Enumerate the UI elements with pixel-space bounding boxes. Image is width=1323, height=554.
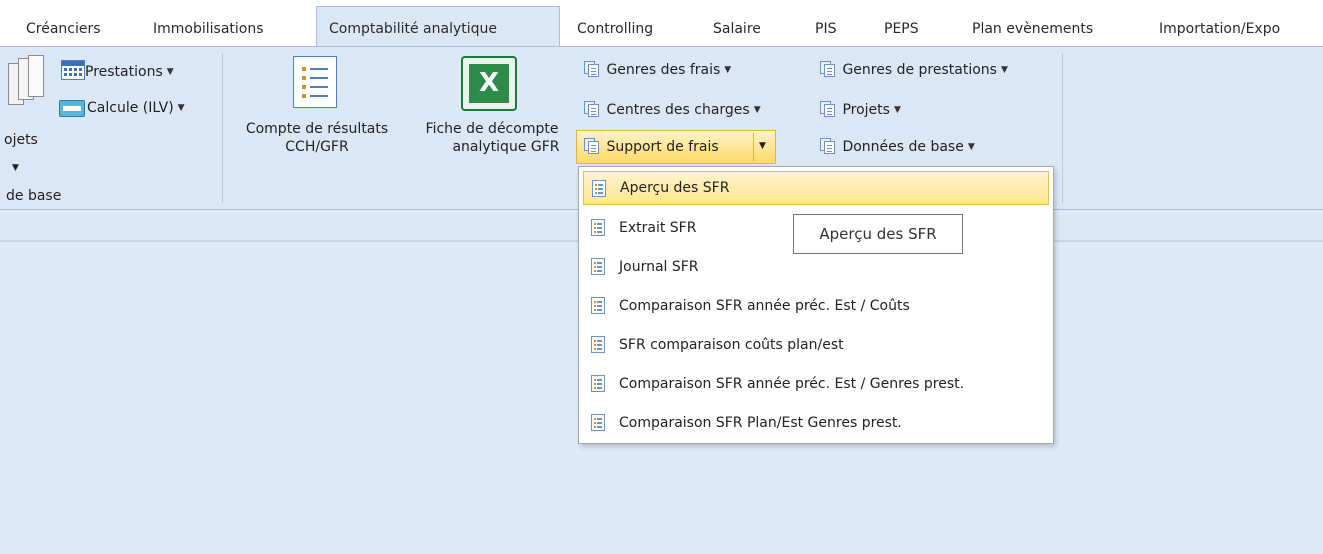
chevron-down-icon[interactable]: ▼ bbox=[759, 141, 766, 151]
projets-label: Projets bbox=[842, 102, 890, 118]
ribbon-group-separator bbox=[222, 53, 223, 203]
genres-de-prestations-label: Genres de prestations bbox=[842, 62, 997, 78]
menu-item-comparaison-plan-est[interactable]: SFR comparaison coûts plan/est bbox=[583, 328, 1049, 362]
menu-item-label: Comparaison SFR Plan/Est Genres prest. bbox=[619, 415, 902, 431]
donnees-de-base-button[interactable]: Données de base ▼ bbox=[820, 138, 975, 155]
genres-des-frais-label: Genres des frais bbox=[606, 62, 721, 78]
fiche-decompte-button[interactable]: Fiche de décompte analytique GFR bbox=[407, 120, 577, 156]
tab-pis[interactable]: PIS bbox=[815, 0, 836, 46]
document-icon bbox=[820, 61, 836, 77]
chevron-down-icon: ▼ bbox=[1000, 65, 1008, 75]
report-icon bbox=[591, 375, 605, 392]
tab-creanciers[interactable]: Créanciers bbox=[26, 0, 101, 46]
group-title-donnees-base: de base bbox=[6, 188, 62, 204]
document-icon bbox=[820, 138, 836, 154]
excel-icon: X bbox=[461, 56, 517, 111]
menu-item-label: Comparaison SFR année préc. Est / Genres… bbox=[619, 376, 965, 392]
ribbon-tab-bar: Créanciers Immobilisations Comptabilité … bbox=[0, 0, 1323, 47]
menu-item-comparaison-couts[interactable]: Comparaison SFR année préc. Est / Coûts bbox=[583, 289, 1049, 323]
prestations-button[interactable]: Prestations ▼ bbox=[61, 60, 174, 80]
chevron-down-icon: ▼ bbox=[724, 65, 732, 75]
report-icon bbox=[592, 180, 606, 197]
calcule-label: Calcule (ILV) bbox=[87, 100, 174, 116]
calendar-icon bbox=[61, 60, 85, 80]
fiche-decompte-line1: Fiche de décompte bbox=[425, 121, 559, 137]
document-icon bbox=[584, 101, 600, 117]
projets-button[interactable]: Projets ▼ bbox=[820, 101, 901, 118]
genres-des-frais-button[interactable]: Genres des frais ▼ bbox=[584, 61, 731, 78]
menu-item-apercu-des-sfr[interactable]: Aperçu des SFR bbox=[583, 171, 1049, 205]
report-list-icon bbox=[293, 56, 337, 108]
menu-item-comparaison-plan-est-genres[interactable]: Comparaison SFR Plan/Est Genres prest. bbox=[583, 406, 1049, 440]
menu-item-journal-sfr[interactable]: Journal SFR bbox=[583, 250, 1049, 284]
chevron-down-icon: ▼ bbox=[166, 67, 174, 77]
folder-icon bbox=[59, 97, 87, 117]
prestations-label: Prestations bbox=[85, 64, 163, 80]
compte-resultats-line2: CCH/GFR bbox=[285, 139, 349, 155]
tab-controlling[interactable]: Controlling bbox=[577, 0, 653, 46]
menu-item-label: Extrait SFR bbox=[619, 220, 697, 236]
chevron-down-icon: ▼ bbox=[753, 105, 761, 115]
tab-comptabilite-analytique[interactable]: Comptabilité analytique bbox=[316, 6, 560, 47]
report-icon bbox=[591, 336, 605, 353]
tab-immobilisations[interactable]: Immobilisations bbox=[153, 0, 264, 46]
tab-importation-export[interactable]: Importation/Expo bbox=[1159, 0, 1280, 46]
support-de-frais-label: Support de frais bbox=[606, 139, 719, 155]
stack-icon bbox=[8, 55, 44, 105]
report-icon bbox=[591, 219, 605, 236]
report-icon bbox=[591, 297, 605, 314]
menu-item-comparaison-genres-prest[interactable]: Comparaison SFR année préc. Est / Genres… bbox=[583, 367, 1049, 401]
support-de-frais-menu: Aperçu des SFR Extrait SFR Journal SFR C… bbox=[578, 166, 1054, 444]
chevron-down-icon: ▼ bbox=[967, 142, 975, 152]
chevron-down-icon: ▼ bbox=[177, 103, 185, 113]
compte-resultats-button[interactable]: Compte de résultats CCH/GFR bbox=[229, 120, 405, 156]
tab-plan-evenements[interactable]: Plan evènements bbox=[972, 0, 1093, 46]
document-icon bbox=[584, 61, 600, 77]
donnees-de-base-label: Données de base bbox=[842, 139, 964, 155]
support-de-frais-main[interactable]: Support de frais bbox=[584, 138, 719, 155]
compte-resultats-line1: Compte de résultats bbox=[245, 121, 389, 137]
genres-de-prestations-button[interactable]: Genres de prestations ▼ bbox=[820, 61, 1008, 78]
split-divider bbox=[753, 133, 754, 161]
ribbon-group-separator bbox=[1062, 53, 1063, 203]
tab-peps[interactable]: PEPS bbox=[884, 0, 919, 46]
document-icon bbox=[584, 138, 600, 154]
projets-button-label[interactable]: ojets bbox=[4, 132, 38, 148]
report-icon bbox=[591, 414, 605, 431]
tooltip: Aperçu des SFR bbox=[793, 214, 963, 254]
chevron-down-icon: ▼ bbox=[893, 105, 901, 115]
menu-item-label: Aperçu des SFR bbox=[620, 180, 730, 196]
menu-item-label: Comparaison SFR année préc. Est / Coûts bbox=[619, 298, 910, 314]
fiche-decompte-line2: analytique GFR bbox=[452, 139, 560, 155]
menu-item-label: Journal SFR bbox=[619, 259, 699, 275]
chevron-down-icon[interactable]: ▼ bbox=[12, 163, 19, 173]
centres-des-charges-button[interactable]: Centres des charges ▼ bbox=[584, 101, 761, 118]
menu-item-label: SFR comparaison coûts plan/est bbox=[619, 337, 844, 353]
report-icon bbox=[591, 258, 605, 275]
calcule-ilv-button[interactable]: Calcule (ILV) ▼ bbox=[59, 97, 185, 117]
document-icon bbox=[820, 101, 836, 117]
tab-salaire[interactable]: Salaire bbox=[713, 0, 761, 46]
centres-des-charges-label: Centres des charges bbox=[606, 102, 750, 118]
